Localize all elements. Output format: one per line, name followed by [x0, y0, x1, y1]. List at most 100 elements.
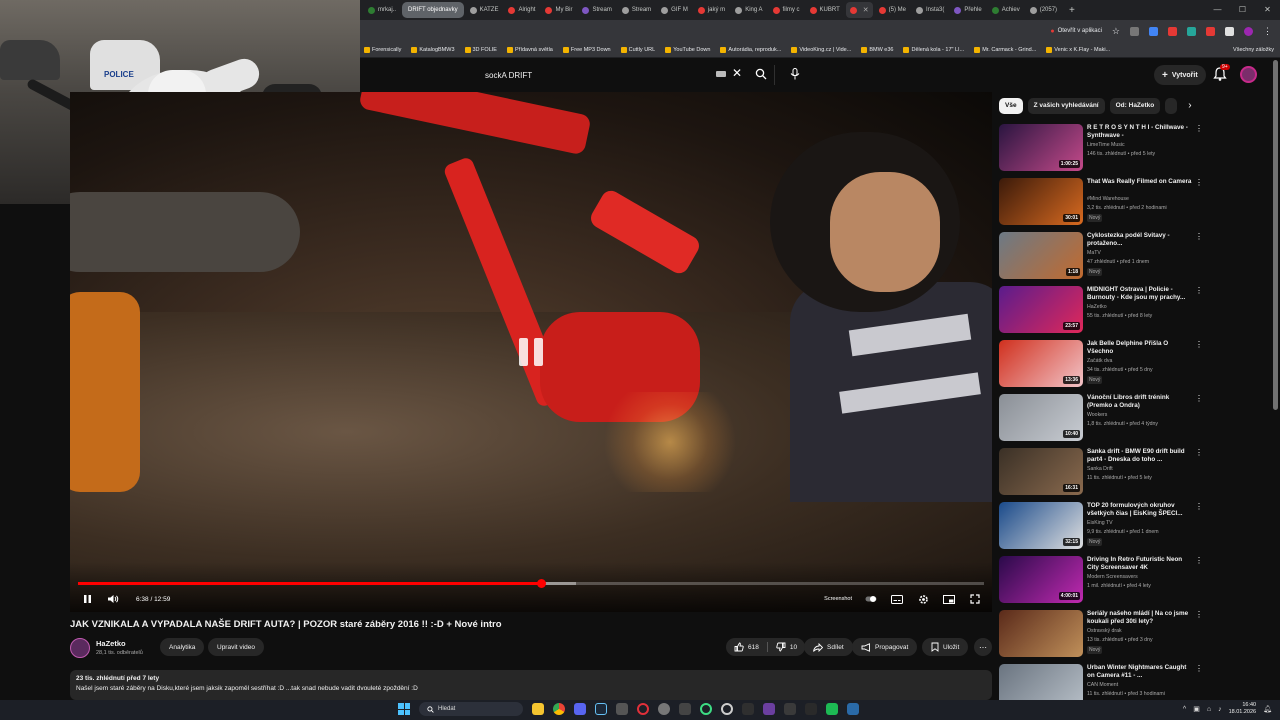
browser-tab[interactable]: Přehle [950, 2, 985, 18]
video-thumbnail[interactable]: 30:01 [999, 178, 1083, 225]
app-icon[interactable] [826, 703, 838, 715]
bookmark-item[interactable]: Venic x K.Flay - Maki... [1046, 46, 1110, 53]
more-options-icon[interactable]: ⋮ [1195, 394, 1203, 403]
recommendation-title[interactable]: Seriály našeho mládí | Na co jsme koukal… [1087, 610, 1192, 626]
browser-tab[interactable]: Alright [504, 2, 539, 18]
recommendation-item[interactable]: 30:01 That Was Really Filmed on Camera #Mi… [999, 176, 1269, 230]
recommendation-item[interactable]: 4:00:01 Driving In Retro Futuristic Neon … [999, 554, 1269, 608]
autoplay-toggle[interactable] [864, 592, 878, 606]
recommendation-item[interactable]: 16:31 Sanka drift - BMW E90 drift build p… [999, 446, 1269, 500]
channel-avatar[interactable] [70, 638, 90, 658]
browser-tab[interactable]: KUBRT [806, 2, 844, 18]
recommendation-item[interactable]: 13:36 Jak Belle Delphine Přišla O Všechno… [999, 338, 1269, 392]
voice-search-button[interactable] [784, 63, 806, 85]
more-options-icon[interactable]: ⋮ [1195, 502, 1203, 511]
video-player[interactable]: 6:38 / 12:59 Screenshot [70, 92, 992, 612]
chip-from-channel[interactable]: Od: HaZetko [1109, 98, 1161, 114]
settings-icon[interactable] [658, 703, 670, 715]
notifications-icon[interactable]: 🔔︎ [1263, 705, 1272, 713]
extension-icon[interactable] [1149, 26, 1158, 36]
extension-icon[interactable] [1168, 26, 1177, 36]
clock[interactable]: 16:40 18.01.2026 [1229, 702, 1257, 716]
download-icon[interactable] [784, 703, 796, 715]
app-icon[interactable] [721, 703, 733, 715]
close-tab-icon[interactable]: ✕ [863, 6, 869, 14]
recommendation-title[interactable]: MIDNIGHT Ostrava | Policie - Burnouty - … [1087, 286, 1192, 302]
video-thumbnail[interactable]: 10:40 [999, 394, 1083, 441]
browser-menu-icon[interactable]: ⋮ [1263, 26, 1272, 37]
share-button[interactable]: Sdílet [804, 638, 853, 656]
keyboard-icon[interactable] [716, 71, 726, 77]
recommendation-item[interactable]: 32:15 TOP 20 formulových okruhov všetkých… [999, 500, 1269, 554]
all-bookmarks-button[interactable]: Všechny záložky [1233, 47, 1280, 53]
recommendation-title[interactable]: That Was Really Filmed on Camera [1087, 178, 1192, 186]
dislike-button[interactable]: 10 [768, 638, 805, 656]
recommendation-title[interactable]: TOP 20 formulových okruhov všetkých čias… [1087, 502, 1192, 518]
close-window-icon[interactable]: ✕ [1255, 0, 1280, 20]
video-thumbnail[interactable]: 1:18 [999, 232, 1083, 279]
browser-tab[interactable]: jaký m [694, 2, 729, 18]
app-icon[interactable] [763, 703, 775, 715]
new-tab-icon[interactable]: + [1063, 5, 1081, 16]
browser-tab[interactable]: filmy c [769, 2, 804, 18]
extension-icon[interactable] [1187, 26, 1196, 36]
recommendation-item[interactable]: 23:57 MIDNIGHT Ostrava | Policie - Burnou… [999, 284, 1269, 338]
browser-tab[interactable]: Stream [618, 2, 655, 18]
open-in-app-button[interactable]: ● Otevřít v aplikaci [1050, 28, 1102, 35]
miniplayer-button[interactable] [942, 592, 956, 606]
more-options-icon[interactable]: ⋮ [1195, 610, 1203, 619]
create-button[interactable]: + Vytvořit [1154, 65, 1206, 85]
channel-name[interactable]: HaZetko [96, 639, 126, 648]
recommendation-title[interactable]: Cyklostezka podél Svitavy - protaženo... [1087, 232, 1192, 248]
extension-icon[interactable] [1225, 26, 1234, 36]
bookmark-item[interactable]: 3D FOLIE [464, 46, 497, 53]
bookmark-item[interactable]: Přídavná světla [506, 46, 553, 53]
app-icon[interactable] [700, 703, 712, 715]
recommendation-title[interactable]: Jak Belle Delphine Přišla O Všechno [1087, 340, 1192, 356]
settings-button[interactable] [916, 592, 930, 606]
recommendation-item[interactable]: Seriály našeho mládí | Na co jsme koukal… [999, 608, 1269, 662]
progress-scrubber-handle[interactable] [536, 579, 546, 588]
more-actions-button[interactable]: ⋯ [974, 638, 992, 656]
subtitles-button[interactable] [890, 592, 904, 606]
clear-search-icon[interactable]: ✕ [732, 66, 742, 80]
save-button[interactable]: Uložit [922, 638, 969, 656]
browser-tab[interactable]: KATZE [466, 2, 503, 18]
speaker-icon[interactable]: ♪ [1218, 706, 1222, 713]
recommendation-title[interactable]: Urban Winter Nightmares Caught on Camera… [1087, 664, 1192, 680]
more-options-icon[interactable]: ⋮ [1195, 340, 1203, 349]
tab-group-label[interactable]: DRIFT objednavky [402, 2, 464, 18]
bookmark-item[interactable]: VideoKing.cz | Vide... [791, 46, 851, 53]
more-options-icon[interactable]: ⋮ [1195, 178, 1203, 187]
fullscreen-button[interactable] [968, 592, 982, 606]
browser-tab[interactable]: GIF M [657, 2, 692, 18]
maximize-icon[interactable]: ☐ [1230, 0, 1255, 20]
recommendation-title[interactable]: Vánoční Libros drift trénink (Premko a O… [1087, 394, 1192, 410]
app-icon[interactable] [742, 703, 754, 715]
screenshot-label[interactable]: Screenshot [824, 596, 852, 602]
pause-overlay-icon[interactable] [516, 338, 546, 368]
taskbar-search[interactable]: Hledat [419, 702, 523, 716]
app-icon[interactable] [679, 703, 691, 715]
file-explorer-icon[interactable] [532, 703, 544, 715]
more-options-icon[interactable]: ⋮ [1195, 556, 1203, 565]
analytics-button[interactable]: Analytika [160, 638, 205, 656]
browser-tab[interactable]: Achiev [988, 2, 1024, 18]
steam-icon[interactable] [595, 703, 607, 715]
recommendation-title[interactable]: R E T R O S Y N T H I - Chillwave - Synt… [1087, 124, 1192, 140]
search-input[interactable]: sockA DRIFT [475, 65, 775, 85]
bookmark-item[interactable]: Autorádia, reproduk... [720, 46, 781, 53]
tab-active[interactable]: ✕ [845, 2, 873, 18]
bookmark-star-icon[interactable]: ☆ [1112, 26, 1120, 37]
bookmark-item[interactable]: Cuttly URL [620, 46, 655, 53]
more-options-icon[interactable]: ⋮ [1195, 664, 1203, 673]
app-icon[interactable] [847, 703, 859, 715]
description-box[interactable]: 23 tis. zhlédnutí před 7 lety Našel jsem… [70, 670, 992, 700]
browser-tab[interactable]: Insta3( [912, 2, 948, 18]
network-icon[interactable]: ⌂ [1207, 706, 1211, 713]
browser-tab[interactable]: King A [731, 2, 766, 18]
edit-video-button[interactable]: Upravit video [208, 638, 264, 656]
browser-tab[interactable]: Stream [578, 2, 615, 18]
more-options-icon[interactable]: ⋮ [1195, 286, 1203, 295]
app-icon[interactable] [805, 703, 817, 715]
